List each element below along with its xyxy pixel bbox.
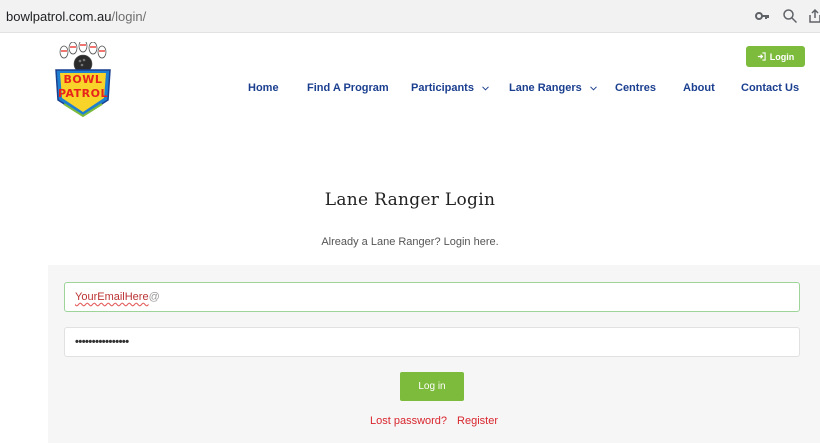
lost-password-link[interactable]: Lost password? <box>370 415 447 427</box>
login-form-panel: YourEmailHere @ •••••••••••••••• Log in L… <box>48 265 820 443</box>
zoom-icon[interactable] <box>782 8 798 24</box>
email-value-suffix: @ <box>148 291 160 303</box>
main-nav: Home Find A Program Participants Lane Ra… <box>0 82 820 98</box>
nav-item-label: Participants <box>411 82 474 94</box>
url-text[interactable]: bowlpatrol.com.au/login/ <box>6 9 146 24</box>
sign-in-icon <box>757 52 766 61</box>
nav-item-label: Find A Program <box>307 82 389 94</box>
nav-item-participants[interactable]: Participants <box>411 82 489 94</box>
nav-item-lane-rangers[interactable]: Lane Rangers <box>509 82 597 94</box>
nav-item-label: Home <box>248 82 279 94</box>
bowl-patrol-logo[interactable]: BOWL PATROL <box>50 42 116 120</box>
nav-item-label: Lane Rangers <box>509 82 582 94</box>
url-domain: bowlpatrol.com.au <box>6 9 112 24</box>
password-field[interactable]: •••••••••••••••• <box>64 327 800 357</box>
url-path: /login/ <box>111 9 147 24</box>
page-subtitle: Already a Lane Ranger? Login here. <box>321 236 499 248</box>
chevron-down-icon <box>482 86 489 91</box>
nav-item-home[interactable]: Home <box>248 82 279 94</box>
login-submit-button[interactable]: Log in <box>400 372 464 401</box>
nav-item-find-a-program[interactable]: Find A Program <box>307 82 389 94</box>
page-title: Lane Ranger Login <box>324 190 496 210</box>
register-link[interactable]: Register <box>457 415 498 427</box>
email-field[interactable]: YourEmailHere @ <box>64 282 800 312</box>
email-value-text: YourEmailHere <box>75 291 149 303</box>
password-value: •••••••••••••••• <box>75 336 129 348</box>
nav-item-label: About <box>683 82 715 94</box>
key-icon[interactable] <box>754 8 770 24</box>
login-submit-label: Log in <box>418 381 446 392</box>
header-login-label: Login <box>769 51 795 62</box>
nav-item-centres[interactable]: Centres <box>615 82 656 94</box>
header-login-button[interactable]: Login <box>746 46 805 67</box>
form-links: Lost password? Register <box>48 415 820 427</box>
browser-address-bar[interactable]: bowlpatrol.com.au/login/ <box>0 0 820 33</box>
nav-item-about[interactable]: About <box>683 82 715 94</box>
nav-item-contact-us[interactable]: Contact Us <box>741 82 799 94</box>
chevron-down-icon <box>589 86 597 91</box>
nav-item-label: Centres <box>615 82 656 94</box>
share-icon[interactable] <box>808 8 820 24</box>
nav-item-label: Contact Us <box>741 82 800 94</box>
